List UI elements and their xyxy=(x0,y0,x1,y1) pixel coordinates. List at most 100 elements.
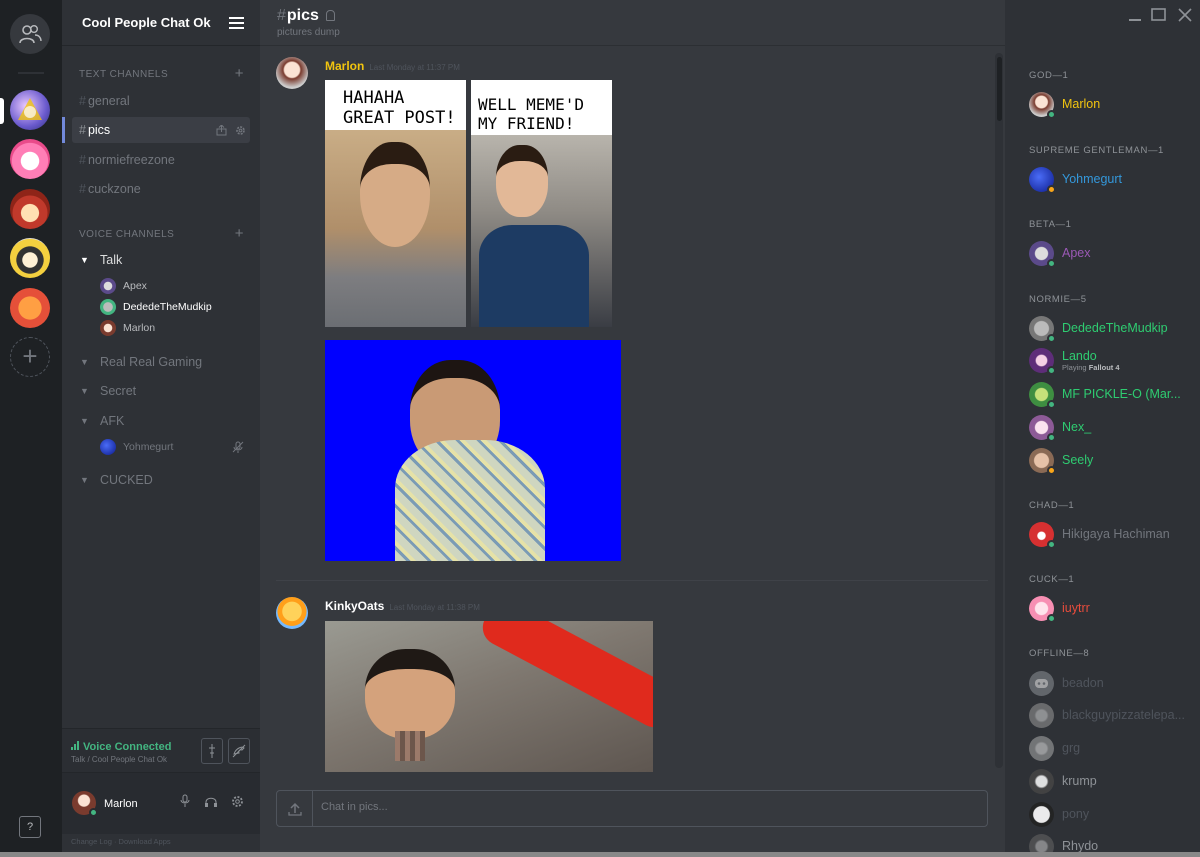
add-server-button[interactable]: + xyxy=(10,337,50,377)
chat-scrollbar[interactable] xyxy=(995,53,1003,768)
channel-cuckzone[interactable]: # cuckzone xyxy=(72,176,250,202)
online-status-dot xyxy=(1047,539,1056,549)
member-name: krump xyxy=(1062,774,1097,788)
maximize-icon xyxy=(1151,8,1166,21)
voice-channel-label: Secret xyxy=(100,384,137,398)
member-hikigaya-hachiman[interactable]: Hikigaya Hachiman xyxy=(1029,521,1170,549)
channel-title: #pics xyxy=(277,7,319,25)
voice-status: Voice Connected xyxy=(71,741,171,753)
notification-bell-icon[interactable] xyxy=(326,10,335,21)
friends-home-button[interactable] xyxy=(10,14,50,54)
text-channels-category[interactable]: TEXT CHANNELS + xyxy=(79,66,244,81)
os-taskbar-strip xyxy=(0,852,1200,857)
avatar xyxy=(100,299,116,315)
member-activity: Playing Fallout 4 xyxy=(1062,363,1120,372)
member-nex[interactable]: Nex_ xyxy=(1029,414,1091,442)
minimize-button[interactable] xyxy=(1128,8,1142,25)
avatar xyxy=(1029,414,1056,442)
channel-pics[interactable]: # pics xyxy=(72,117,250,143)
face-shape xyxy=(365,649,455,739)
member-krump[interactable]: krump xyxy=(1029,768,1097,794)
scrollbar-thumb[interactable] xyxy=(997,57,1002,121)
user-settings-button[interactable] xyxy=(226,793,248,815)
headphones-button[interactable] xyxy=(200,793,222,815)
server-icon-witch[interactable] xyxy=(10,238,50,278)
online-status-dot xyxy=(1047,432,1056,442)
voice-channel-real-real-gaming[interactable]: ▼ Real Real Gaming xyxy=(80,351,250,373)
member-dededethemudkip[interactable]: DededeTheMudkip xyxy=(1029,315,1168,343)
online-status-dot xyxy=(1047,258,1056,268)
voice-user-dededethemudkip[interactable]: DededeTheMudkip xyxy=(100,297,212,317)
help-button[interactable]: ? xyxy=(19,816,41,838)
member-group-title: SUPREME GENTLEMAN—1 xyxy=(1029,145,1164,156)
hash-icon: # xyxy=(79,94,86,108)
member-lando[interactable]: Lando Playing Fallout 4 xyxy=(1029,347,1120,375)
bluescreen-image[interactable] xyxy=(325,340,621,561)
voice-connection-panel: Voice Connected Talk / Cool People Chat … xyxy=(62,728,260,772)
microphone-button[interactable] xyxy=(174,793,196,815)
chat-input[interactable] xyxy=(321,801,921,813)
server-icon-anime-red[interactable] xyxy=(10,189,50,229)
guild-header[interactable]: Cool People Chat Ok xyxy=(62,0,260,46)
voice-user-label: Yohmegurt xyxy=(123,441,174,453)
channel-name: pics xyxy=(286,7,319,24)
member-pony[interactable]: pony xyxy=(1029,801,1089,827)
voice-channels-category[interactable]: VOICE CHANNELS + xyxy=(79,226,244,241)
voice-user-yohmegurt[interactable]: Yohmegurt xyxy=(100,437,250,457)
footer-links[interactable]: Change Log · Download Apps xyxy=(71,837,171,846)
member-name: Seely xyxy=(1062,453,1094,467)
meme-caption: HAHAHA GREAT POST! xyxy=(343,88,456,128)
disconnect-button[interactable] xyxy=(228,738,250,764)
voice-channel-cucked[interactable]: ▼ CUCKED xyxy=(80,469,250,491)
member-apex[interactable]: Apex xyxy=(1029,240,1091,268)
member-name: beadon xyxy=(1062,676,1104,690)
add-channel-icon[interactable]: + xyxy=(235,66,244,81)
gear-icon[interactable] xyxy=(235,125,246,136)
server-rail: + ? xyxy=(0,0,62,857)
member-mf-pickle-o[interactable]: MF PICKLE-O (Mar... xyxy=(1029,381,1181,409)
voice-debug-button[interactable] xyxy=(201,738,223,764)
member-iuytrr[interactable]: iuytrr xyxy=(1029,595,1090,623)
active-server-indicator xyxy=(0,98,4,124)
meme-image-left[interactable]: HAHAHA GREAT POST! xyxy=(325,80,466,327)
message-author[interactable]: Marlon xyxy=(325,59,364,73)
voice-channel-talk[interactable]: ▼ Talk xyxy=(80,249,250,271)
voice-user-marlon[interactable]: Marlon xyxy=(100,318,155,338)
message-author[interactable]: KinkyOats xyxy=(325,599,384,613)
channel-header: #pics pictures dump xyxy=(260,0,1005,46)
idle-status-dot xyxy=(1047,184,1056,194)
server-icon-cool-people[interactable] xyxy=(10,90,50,130)
member-group-title: CUCK—1 xyxy=(1029,574,1075,585)
member-grg[interactable]: grg xyxy=(1029,735,1080,761)
attachment-image[interactable] xyxy=(325,621,653,772)
online-status-dot xyxy=(1047,365,1056,375)
voice-user-apex[interactable]: Apex xyxy=(100,276,147,296)
server-name: Cool People Chat Ok xyxy=(82,15,211,30)
member-yohmegurt[interactable]: Yohmegurt xyxy=(1029,166,1122,194)
hash-icon: # xyxy=(79,123,86,137)
member-marlon[interactable]: Marlon xyxy=(1029,91,1100,119)
add-channel-icon[interactable]: + xyxy=(235,226,244,241)
voice-channel-afk[interactable]: ▼ AFK xyxy=(80,410,250,432)
voice-channel-secret[interactable]: ▼ Secret xyxy=(80,380,250,402)
avatar[interactable] xyxy=(72,791,98,817)
member-seely[interactable]: Seely xyxy=(1029,447,1094,475)
message-composer xyxy=(276,790,988,827)
server-icon-laugh-emoji[interactable] xyxy=(10,288,50,328)
server-icon-unicorn[interactable] xyxy=(10,139,50,179)
member-beadon[interactable]: beadon xyxy=(1029,670,1104,696)
avatar[interactable] xyxy=(276,57,308,89)
avatar xyxy=(1029,702,1054,728)
meme-image-right[interactable]: WELL MEME'D MY FRIEND! xyxy=(471,80,612,327)
maximize-button[interactable] xyxy=(1151,8,1167,25)
upload-button[interactable] xyxy=(277,791,313,826)
close-button[interactable] xyxy=(1178,8,1192,25)
face-shape xyxy=(360,142,430,247)
menu-icon[interactable] xyxy=(229,14,244,32)
invite-icon[interactable] xyxy=(216,124,227,136)
online-status-dot xyxy=(1047,613,1056,623)
channel-general[interactable]: # general xyxy=(72,88,250,114)
avatar[interactable] xyxy=(276,597,308,629)
channel-normiefreezone[interactable]: # normiefreezone xyxy=(72,147,250,173)
member-blackguypizzatelepa[interactable]: blackguypizzatelepa... xyxy=(1029,702,1185,728)
